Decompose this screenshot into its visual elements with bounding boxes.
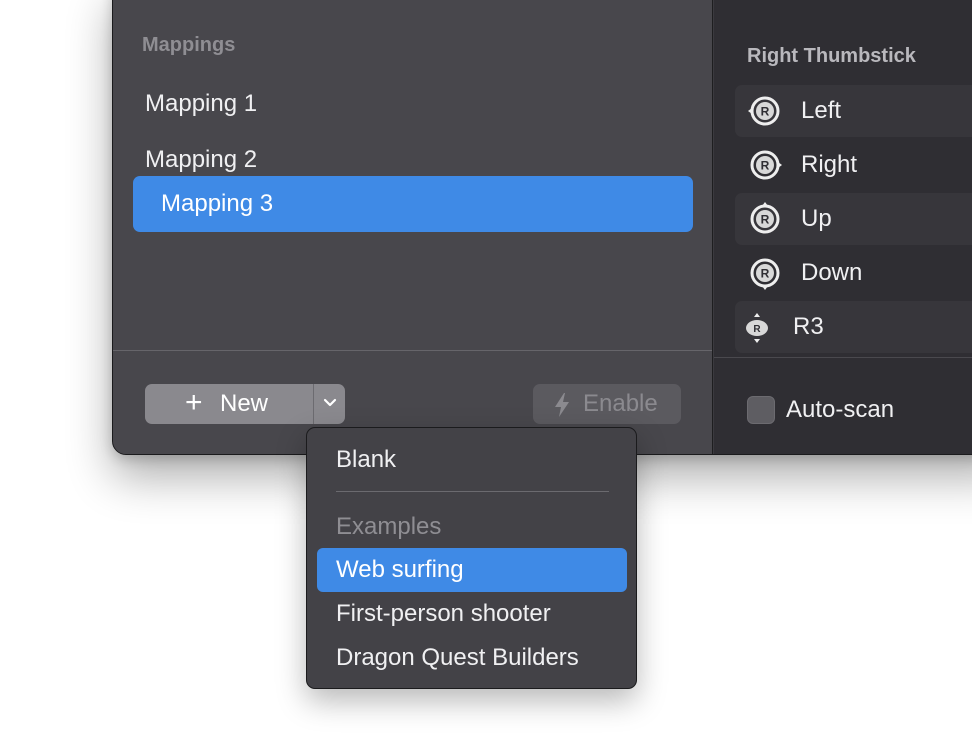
mapping-item-selected[interactable]: Mapping 3 — [133, 176, 693, 232]
menu-item-label: Web surfing — [336, 556, 464, 583]
thumbstick-row-up[interactable]: R Up — [735, 193, 972, 245]
mapping-item-label: Mapping 2 — [145, 146, 258, 173]
button-mapping-panel: Right Thumbstick R Left R Right R Up R D… — [714, 0, 972, 454]
menu-item-label: Blank — [336, 446, 397, 473]
chevron-down-icon — [323, 398, 337, 407]
thumbstick-row-label: Up — [801, 205, 832, 232]
enable-button-label: Enable — [583, 390, 658, 417]
mapping-item-label: Mapping 1 — [145, 90, 258, 117]
new-mapping-split-button: + New — [145, 384, 345, 424]
menu-section-header: Examples — [336, 513, 442, 540]
sidebar-divider — [113, 350, 712, 351]
svg-text:R: R — [761, 105, 770, 119]
right-thumbstick-title: Right Thumbstick — [747, 45, 916, 67]
svg-text:R: R — [761, 159, 770, 173]
menu-item-web-surfing[interactable]: Web surfing — [317, 548, 627, 592]
mappings-sidebar: Mappings Mapping 1 Mapping 2 Mapping 3 +… — [113, 0, 713, 454]
menu-item-blank[interactable]: Blank — [317, 438, 627, 482]
right-stick-up-icon: R — [750, 202, 780, 234]
plus-icon: + — [185, 386, 203, 419]
new-dropdown-button[interactable] — [314, 384, 345, 424]
thumbstick-row-label: R3 — [793, 313, 824, 340]
right-stick-down-icon: R — [750, 258, 780, 290]
svg-text:R: R — [761, 213, 770, 227]
auto-scan-checkbox[interactable] — [747, 396, 775, 424]
auto-scan-label: Auto-scan — [786, 396, 895, 423]
panel-divider — [714, 357, 972, 358]
right-stick-press-icon: R — [746, 313, 768, 343]
thumbstick-row-label: Left — [801, 97, 842, 124]
mappings-section-title: Mappings — [142, 34, 236, 56]
svg-text:R: R — [753, 324, 761, 335]
thumbstick-row-label: Down — [801, 259, 863, 286]
thumbstick-row-left[interactable]: R Left — [735, 85, 972, 137]
menu-separator — [336, 491, 609, 492]
menu-item-first-person-shooter[interactable]: First-person shooter — [317, 592, 627, 636]
menu-item-label: Dragon Quest Builders — [336, 644, 579, 671]
thumbstick-row-label: Right — [801, 151, 858, 178]
lightning-bolt-icon — [555, 393, 569, 417]
mapping-item-label: Mapping 3 — [161, 190, 274, 217]
thumbstick-row-r3[interactable]: R R3 — [735, 301, 972, 353]
right-stick-left-icon: R — [748, 96, 780, 126]
menu-item-dragon-quest-builders[interactable]: Dragon Quest Builders — [317, 636, 627, 680]
right-stick-right-icon: R — [750, 150, 782, 180]
new-button-label: New — [220, 390, 269, 417]
mapping-item[interactable]: Mapping 1 — [133, 76, 693, 132]
enable-button[interactable]: Enable — [533, 384, 681, 424]
thumbstick-row-down[interactable]: R Down — [735, 247, 972, 299]
app-window: Mappings Mapping 1 Mapping 2 Mapping 3 +… — [112, 0, 972, 455]
new-mapping-menu: Blank Examples Web surfing First-person … — [306, 427, 637, 689]
svg-text:R: R — [761, 267, 770, 281]
new-mapping-button[interactable]: + New — [145, 384, 313, 424]
thumbstick-row-right[interactable]: R Right — [735, 139, 972, 191]
menu-item-label: First-person shooter — [336, 600, 551, 627]
